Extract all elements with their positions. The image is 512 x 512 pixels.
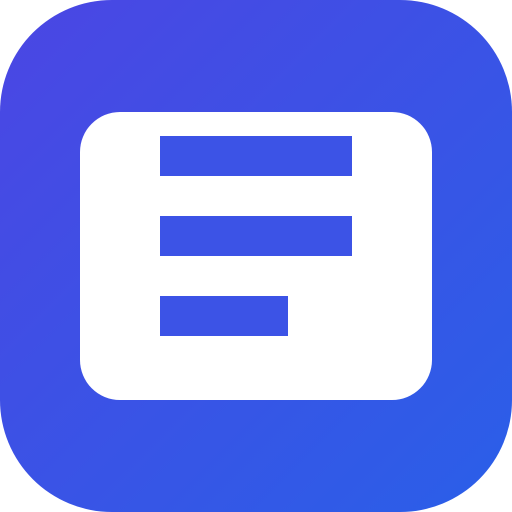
document-card-icon bbox=[80, 112, 432, 400]
app-icon[interactable] bbox=[0, 0, 512, 512]
text-line-1 bbox=[160, 136, 352, 176]
text-line-3 bbox=[160, 296, 288, 336]
text-line-2 bbox=[160, 216, 352, 256]
